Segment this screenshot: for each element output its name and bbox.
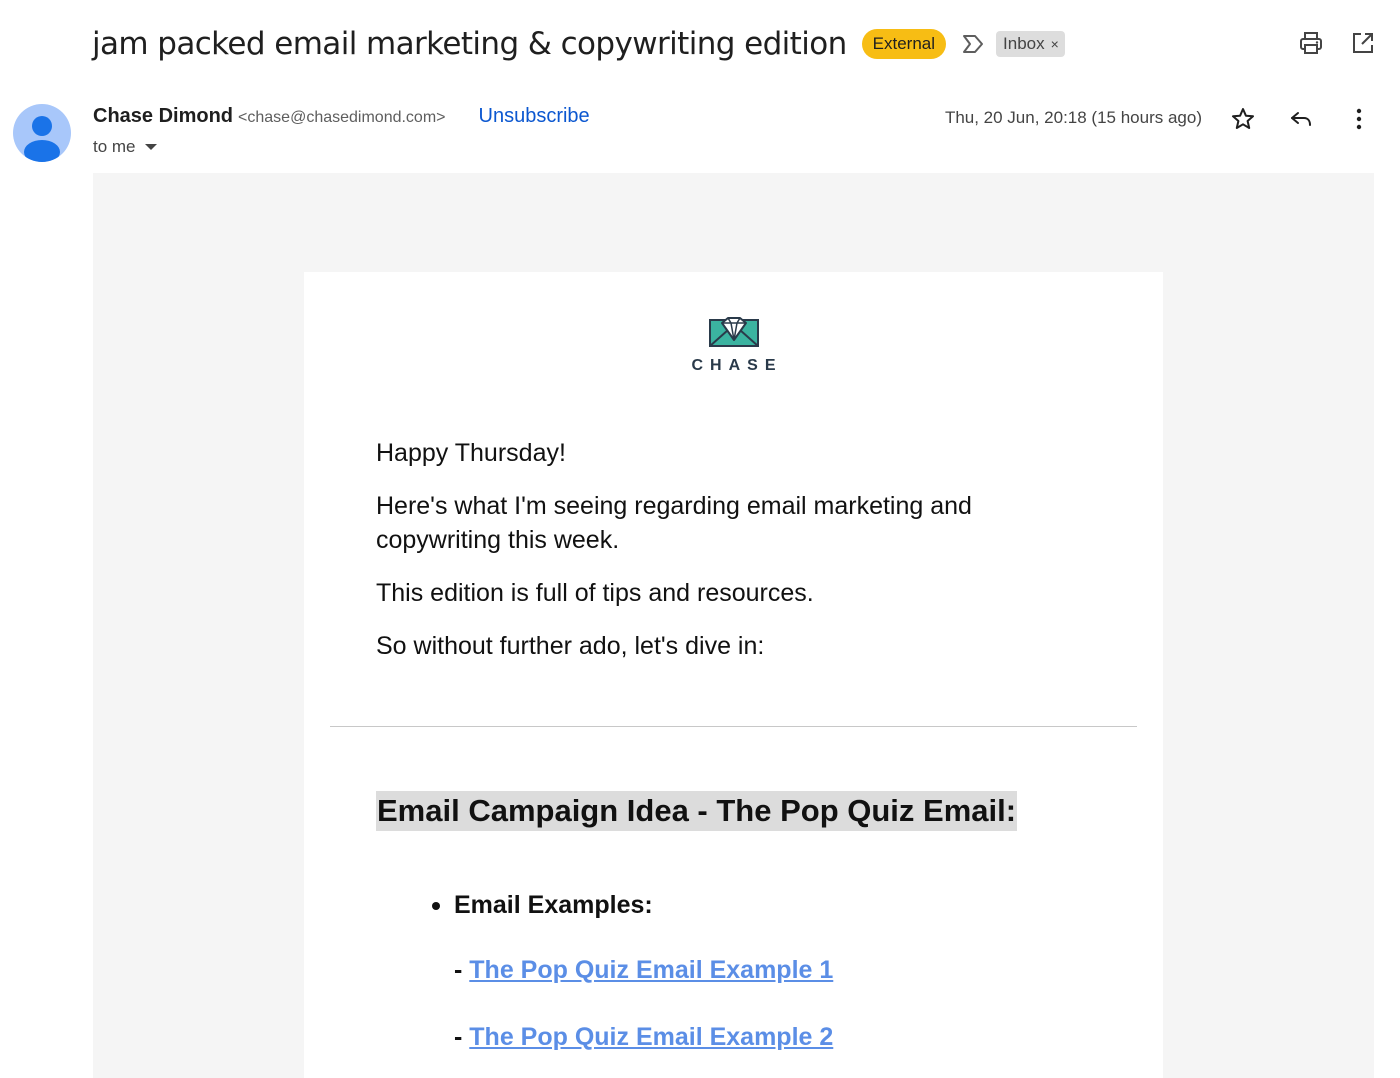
recipient-label: to me: [93, 137, 136, 156]
example-link-2[interactable]: The Pop Quiz Email Example 2: [469, 1023, 833, 1051]
sender-line: Chase Dimond <chase@chasedimond.com> Uns…: [93, 105, 590, 128]
diamond-envelope-logo: [708, 317, 759, 347]
email-date: Thu, 20 Jun, 20:18 (15 hours ago): [944, 108, 1202, 127]
email-view: jam packed email marketing & copywriting…: [0, 0, 1400, 1078]
reply-icon[interactable]: [1288, 106, 1314, 132]
bullet-label: Email Examples:: [454, 891, 653, 919]
inbox-label-chip[interactable]: Inbox ×: [996, 31, 1065, 57]
intro-paragraph: This edition is full of tips and resourc…: [376, 579, 814, 607]
inbox-chip-label: Inbox: [1003, 34, 1045, 53]
link-prefix: -: [454, 1023, 470, 1051]
bullet-icon: [432, 901, 440, 910]
message-actions: [1230, 106, 1372, 132]
label-outline-icon[interactable]: [960, 31, 986, 57]
external-badge[interactable]: External: [861, 29, 947, 59]
remove-label-icon[interactable]: ×: [1051, 33, 1059, 55]
intro-text: Happy Thursday! Here's what I'm seeing r…: [376, 436, 1036, 682]
subject-row: jam packed email marketing & copywriting…: [92, 22, 1065, 66]
greeting: Happy Thursday!: [376, 439, 566, 467]
chevron-down-icon: [144, 144, 157, 150]
list-item: - The Pop Quiz Email Example 1: [454, 956, 833, 985]
unsubscribe-link[interactable]: Unsubscribe: [479, 105, 590, 128]
more-vertical-icon[interactable]: [1346, 106, 1372, 132]
sender-name[interactable]: Chase Dimond: [93, 105, 233, 128]
intro-paragraph: Here's what I'm seeing regarding email m…: [376, 492, 972, 554]
list-item: Email Examples:: [432, 891, 653, 920]
logo-wordmark: CHASE: [691, 357, 783, 374]
divider: [330, 726, 1137, 727]
open-in-new-window-icon[interactable]: [1350, 30, 1376, 56]
newsletter-card: CHASE Happy Thursday! Here's what I'm se…: [304, 272, 1163, 1078]
intro-paragraph: So without further ado, let's dive in:: [376, 632, 765, 660]
example-link-1[interactable]: The Pop Quiz Email Example 1: [469, 956, 833, 984]
sender-email: <chase@chasedimond.com>: [238, 109, 446, 126]
print-icon[interactable]: [1298, 30, 1324, 56]
star-outline-icon[interactable]: [1230, 106, 1256, 132]
link-prefix: -: [454, 956, 470, 984]
email-subject: jam packed email marketing & copywriting…: [92, 26, 847, 62]
recipient-details-toggle[interactable]: to me: [93, 137, 157, 157]
chase-logo[interactable]: CHASE: [304, 316, 1163, 375]
list-item: - The Pop Quiz Email Example 2: [454, 1023, 833, 1052]
section-heading: Email Campaign Idea - The Pop Quiz Email…: [376, 791, 1018, 831]
top-actions: [1298, 30, 1376, 56]
person-avatar-icon[interactable]: [13, 104, 71, 162]
